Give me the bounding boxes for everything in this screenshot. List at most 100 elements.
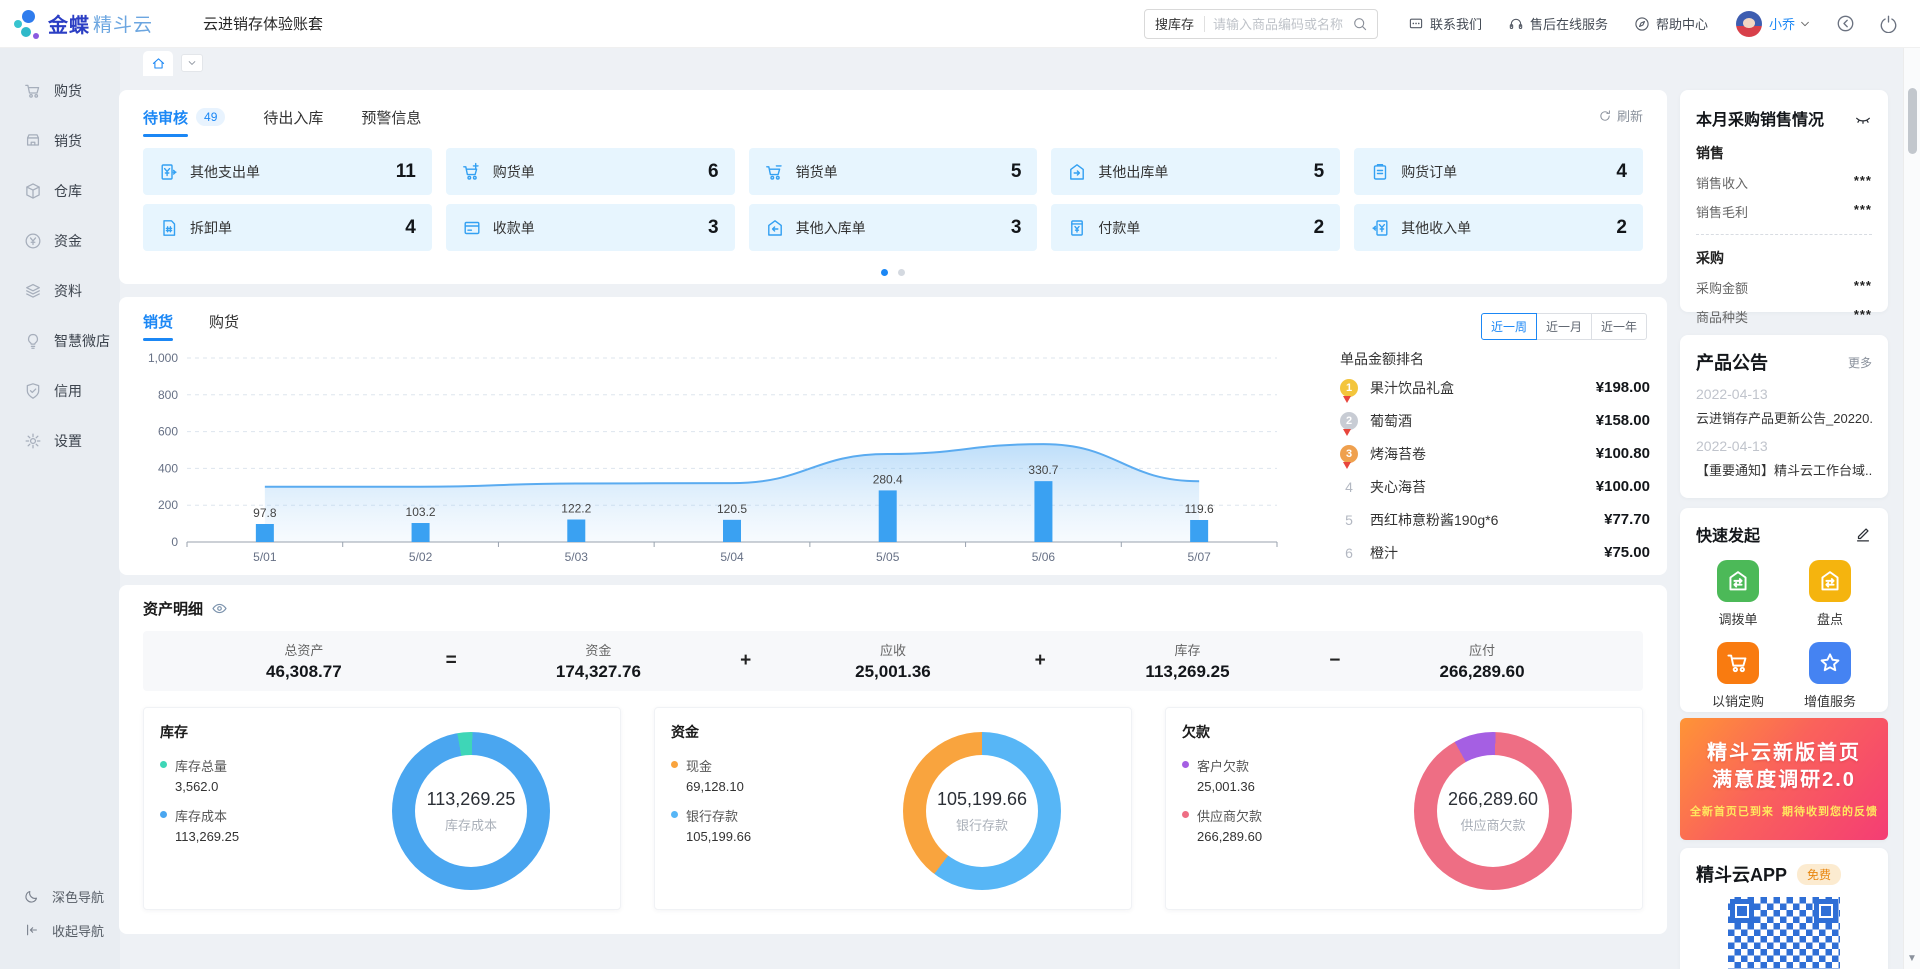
help-center-label: 帮助中心 xyxy=(1656,14,1708,33)
carousel-dot-2[interactable] xyxy=(898,269,905,276)
todo-card-sales-order[interactable]: 销货单5 xyxy=(749,148,1038,195)
house-out-icon xyxy=(1067,162,1087,182)
contact-us-link[interactable]: 联系我们 xyxy=(1408,14,1482,33)
quick-actions-title: 快速发起 xyxy=(1696,522,1760,546)
todo-card-label: 销货单 xyxy=(796,162,838,182)
todo-card-disassembly[interactable]: 拆卸单4 xyxy=(143,204,432,251)
tab-pending-approval[interactable]: 待审核 49 xyxy=(143,107,225,128)
stat-payable: 应付266,289.60 xyxy=(1422,640,1542,682)
card-title: 欠款 xyxy=(1182,724,1210,740)
product-price: ¥75.00 xyxy=(1604,544,1650,561)
operator-minus: − xyxy=(1329,650,1340,672)
carousel-dot-1[interactable] xyxy=(881,269,888,276)
scroll-down-arrow[interactable]: ▼ xyxy=(1904,953,1920,964)
debt-donut-chart: 266,289.60供应商欠款 xyxy=(1414,732,1572,890)
tab-dropdown-button[interactable] xyxy=(181,54,203,72)
chevron-down-icon xyxy=(186,57,198,69)
sidebar-item-label: 销货 xyxy=(54,131,82,151)
todo-card-other-outbound[interactable]: 其他出库单5 xyxy=(1051,148,1340,195)
svg-text:119.6: 119.6 xyxy=(1185,502,1214,516)
after-sales-service-link[interactable]: 售后在线服务 xyxy=(1508,14,1608,33)
sidebar-item-data[interactable]: 资料 xyxy=(0,266,120,316)
sidebar-item-funds[interactable]: 资金 xyxy=(0,216,120,266)
assets-title: 资产明细 xyxy=(143,598,203,619)
search-category-selector[interactable]: 搜库存 xyxy=(1145,14,1204,33)
ranking-row[interactable]: 4夹心海苔¥100.00 xyxy=(1340,472,1650,501)
sidebar-item-smart-shop[interactable]: 智慧微店 xyxy=(0,316,120,366)
ranking-row[interactable]: 3烤海苔卷¥100.80 xyxy=(1340,439,1650,468)
rank-number: 6 xyxy=(1340,545,1358,561)
shield-icon xyxy=(24,382,42,400)
app-logo[interactable]: 金蝶 精斗云 xyxy=(12,8,153,40)
range-month-button[interactable]: 近一月 xyxy=(1536,313,1592,340)
operator-plus: + xyxy=(740,650,751,672)
banner-line2: 满意度调研2.0 xyxy=(1712,767,1856,794)
search-input[interactable]: 请输入商品编码或名称 xyxy=(1205,14,1352,33)
home-tab[interactable] xyxy=(143,51,173,76)
edit-icon[interactable] xyxy=(1854,525,1872,543)
quick-action-value-added[interactable]: 增值服务 xyxy=(1788,642,1872,710)
search-box[interactable]: 搜库存 请输入商品编码或名称 xyxy=(1144,9,1378,39)
survey-banner[interactable]: 精斗云新版首页 满意度调研2.0 全新首页已到来 期待收到您的反馈 xyxy=(1680,718,1888,840)
eye-closed-icon[interactable] xyxy=(1854,109,1872,127)
eye-icon[interactable] xyxy=(211,600,228,617)
todo-card-other-expense[interactable]: 其他支出单11 xyxy=(143,148,432,195)
refresh-label: 刷新 xyxy=(1617,106,1643,125)
scrollbar-thumb[interactable] xyxy=(1908,88,1917,154)
app-qr-code xyxy=(1728,897,1840,969)
stat-inventory: 库存113,269.25 xyxy=(1128,640,1248,682)
todo-card-receipt[interactable]: 收款单3 xyxy=(446,204,735,251)
todo-card-count: 2 xyxy=(1314,217,1325,239)
quick-action-sell-to-buy[interactable]: 以销定购 xyxy=(1696,642,1780,710)
shop-icon xyxy=(24,132,42,150)
help-center-link[interactable]: 帮助中心 xyxy=(1634,14,1708,33)
svg-text:5/02: 5/02 xyxy=(409,550,433,564)
svg-text:800: 800 xyxy=(158,388,178,402)
sidebar-item-sales[interactable]: 销货 xyxy=(0,116,120,166)
carousel-dots xyxy=(119,269,1667,276)
assets-panel: 资产明细 总资产46,308.77 = 资金174,327.76 + 应收25,… xyxy=(119,585,1667,934)
card-icon xyxy=(462,218,482,238)
quick-action-transfer[interactable]: 调拨单 xyxy=(1696,560,1780,628)
logout-button[interactable] xyxy=(1879,14,1898,33)
range-year-button[interactable]: 近一年 xyxy=(1591,313,1647,340)
tab-purchase[interactable]: 购货 xyxy=(209,311,239,332)
sidebar-item-warehouse[interactable]: 仓库 xyxy=(0,166,120,216)
search-icon[interactable] xyxy=(1352,16,1368,32)
tab-sales[interactable]: 销货 xyxy=(143,311,173,332)
cart-plus-icon xyxy=(462,162,482,182)
ranking-row[interactable]: 2葡萄酒¥158.00 xyxy=(1340,406,1650,435)
banner-subline: 全新首页已到来 期待收到您的反馈 xyxy=(1690,803,1878,819)
dark-nav-toggle[interactable]: 深色导航 xyxy=(0,879,120,913)
ranking-row[interactable]: 1果汁饮品礼盒¥198.00 xyxy=(1340,373,1650,402)
back-button[interactable] xyxy=(1836,14,1855,33)
more-link[interactable]: 更多 xyxy=(1848,354,1872,371)
page-scrollbar[interactable]: ▼ xyxy=(1903,48,1920,969)
announcement-link[interactable]: 【重要通知】精斗云工作台域... xyxy=(1696,460,1872,479)
todo-card-purchase-request[interactable]: 购货订单4 xyxy=(1354,148,1643,195)
quick-action-label: 调拨单 xyxy=(1696,609,1780,628)
tab-warning-info[interactable]: 预警信息 xyxy=(361,107,421,128)
user-menu[interactable]: 小乔 xyxy=(1736,11,1812,37)
quick-action-stocktake[interactable]: 盘点 xyxy=(1788,560,1872,628)
sidebar-item-purchase[interactable]: 购货 xyxy=(0,66,120,116)
todo-card-payment[interactable]: 付款单2 xyxy=(1051,204,1340,251)
legend-dot xyxy=(1182,811,1189,818)
ranking-row[interactable]: 5西红柿意粉酱190g*6¥77.70 xyxy=(1340,505,1650,534)
svg-text:200: 200 xyxy=(158,498,178,512)
sidebar-item-credit[interactable]: 信用 xyxy=(0,366,120,416)
announcement-link[interactable]: 云进销存产品更新公告_20220... xyxy=(1696,408,1872,427)
todo-card-other-inbound[interactable]: 其他入库单3 xyxy=(749,204,1038,251)
todo-card-other-income[interactable]: 其他收入单2 xyxy=(1354,204,1643,251)
star-icon xyxy=(1818,651,1842,675)
sidebar-item-settings[interactable]: 设置 xyxy=(0,416,120,466)
todo-card-label: 拆卸单 xyxy=(190,218,232,238)
collapse-nav-button[interactable]: 收起导航 xyxy=(0,913,120,947)
todo-card-purchase-order[interactable]: 购货单6 xyxy=(446,148,735,195)
refresh-button[interactable]: 刷新 xyxy=(1598,106,1643,125)
ranking-row[interactable]: 6橙汁¥75.00 xyxy=(1340,538,1650,567)
product-price: ¥198.00 xyxy=(1596,379,1650,396)
todo-card-count: 2 xyxy=(1616,217,1627,239)
tab-pending-stock-io[interactable]: 待出入库 xyxy=(263,107,323,128)
range-week-button[interactable]: 近一周 xyxy=(1481,313,1537,340)
